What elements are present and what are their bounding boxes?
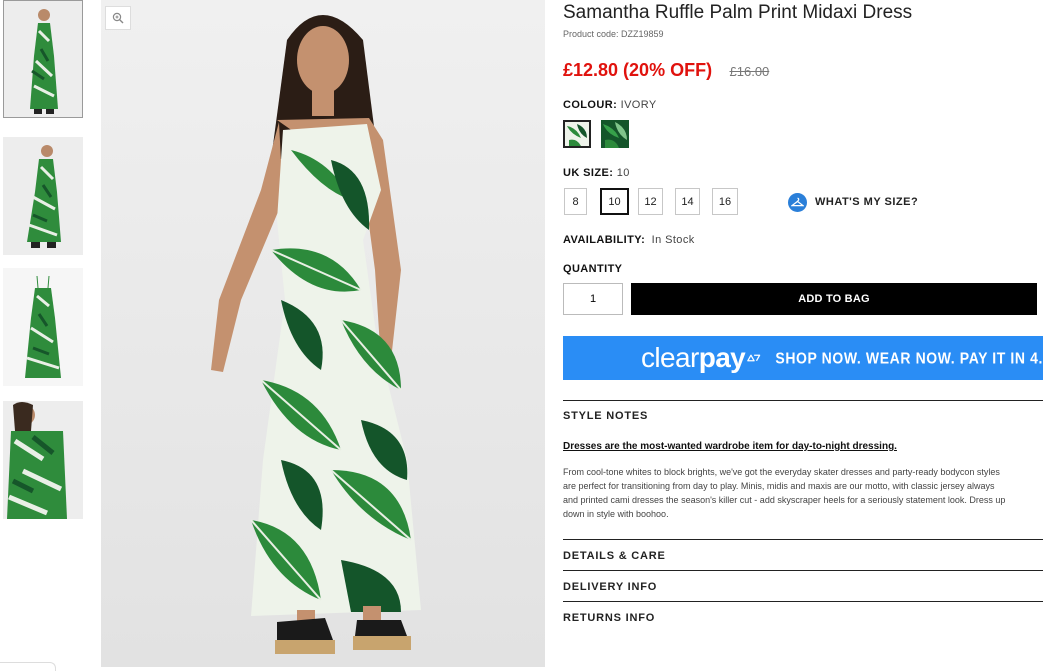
style-notes-line: are perfect for transitioning from day t… — [563, 481, 995, 491]
size-label: UK SIZE: — [563, 167, 614, 179]
returns-info-toggle[interactable]: RETURNS INFO — [563, 612, 655, 624]
size-label-row: UK SIZE: 10 — [563, 167, 630, 179]
style-notes-line: and printed cami dresses the season's ki… — [563, 495, 1006, 505]
style-notes-toggle[interactable]: STYLE NOTES — [563, 410, 648, 422]
style-notes-line: From cool-tone whites to block brights, … — [563, 467, 1000, 477]
divider — [563, 539, 1043, 540]
colour-label-row: COLOUR: IVORY — [563, 99, 657, 111]
colour-label: COLOUR: — [563, 99, 618, 111]
price-row: £12.80 (20% OFF) £16.00 — [563, 60, 769, 81]
original-price: £16.00 — [729, 64, 770, 79]
quantity-label-row: QUANTITY — [563, 263, 622, 275]
availability-row: AVAILABILITY: In Stock — [563, 234, 695, 246]
thumbnail-flat[interactable] — [3, 268, 83, 386]
thumbnail-front[interactable] — [3, 0, 83, 118]
availability-label: AVAILABILITY: — [563, 234, 646, 246]
zoom-icon[interactable] — [105, 6, 131, 30]
product-code: Product code: DZZ19859 — [563, 29, 664, 39]
style-notes-body: From cool-tone whites to block brights, … — [563, 465, 1043, 521]
swatch-ivory[interactable] — [563, 120, 591, 148]
swatch-green[interactable] — [601, 120, 629, 148]
colour-value: IVORY — [620, 99, 657, 111]
size-option-8[interactable]: 8 — [564, 188, 587, 215]
clearpay-banner[interactable]: clearpay SHOP NOW. WEAR NOW. PAY IT IN 4… — [563, 336, 1043, 380]
main-product-image[interactable] — [101, 0, 545, 667]
size-option-10[interactable]: 10 — [600, 188, 629, 215]
product-title: Samantha Ruffle Palm Print Midaxi Dress — [563, 2, 913, 23]
divider — [563, 570, 1043, 571]
clearpay-tagline: SHOP NOW. WEAR NOW. PAY IT IN 4. — [775, 348, 1043, 368]
quantity-input[interactable] — [563, 283, 623, 315]
availability-value: In Stock — [651, 234, 695, 246]
size-value: 10 — [616, 167, 630, 179]
size-guide-link[interactable]: WHAT'S MY SIZE? — [788, 191, 918, 213]
divider — [563, 400, 1043, 401]
divider — [563, 601, 1043, 602]
style-notes-line: down in style with boohoo. — [563, 509, 669, 519]
size-option-14[interactable]: 14 — [675, 188, 700, 215]
size-option-12[interactable]: 12 — [638, 188, 663, 215]
thumbnail-closeup[interactable] — [3, 401, 83, 519]
quantity-label: QUANTITY — [563, 263, 623, 275]
add-to-bag-button[interactable]: ADD TO BAG — [631, 283, 1037, 315]
details-care-toggle[interactable]: DETAILS & CARE — [563, 550, 666, 562]
hanger-icon — [788, 192, 807, 212]
clearpay-logo: clearpay — [641, 342, 746, 373]
style-notes-heading: Dresses are the most-wanted wardrobe ite… — [563, 441, 897, 452]
size-guide-label: WHAT'S MY SIZE? — [815, 196, 919, 208]
delivery-info-toggle[interactable]: DELIVERY INFO — [563, 581, 657, 593]
size-option-16[interactable]: 16 — [712, 188, 738, 215]
page-corner-tab — [0, 662, 56, 671]
thumbnail-side[interactable] — [3, 137, 83, 255]
sale-price: £12.80 (20% OFF) — [563, 60, 713, 80]
clearpay-arrows-icon — [747, 354, 761, 362]
